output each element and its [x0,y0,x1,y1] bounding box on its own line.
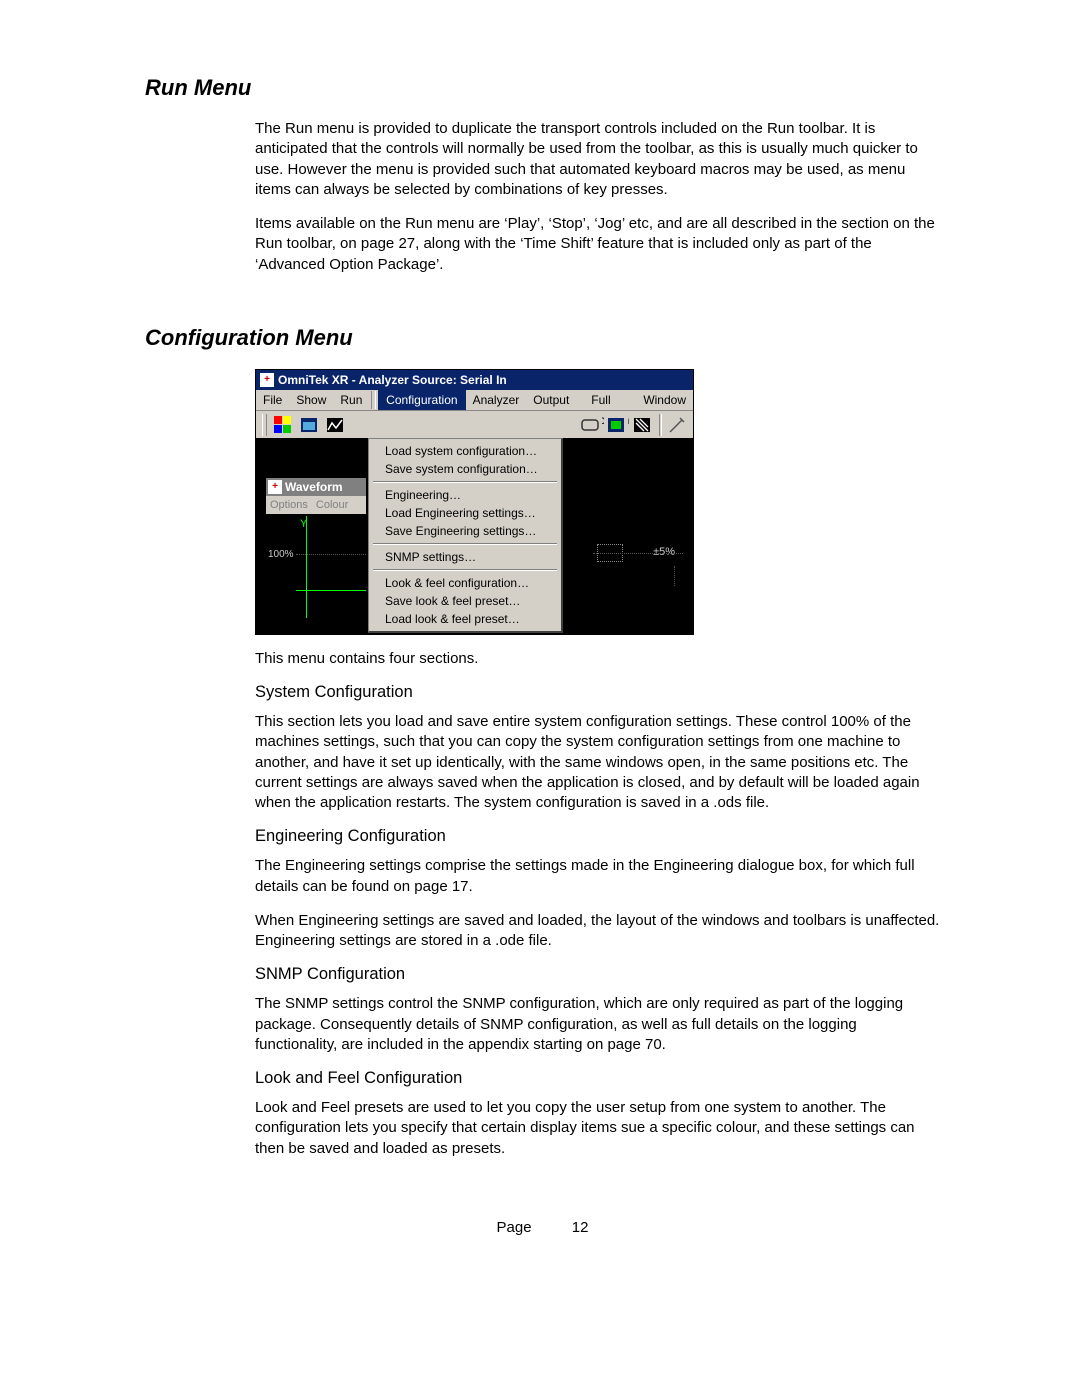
engineering-configuration-body-1: The Engineering settings comprise the se… [255,856,940,897]
engineering-configuration-body-2: When Engineering settings are saved and … [255,911,940,952]
menu-item-look-feel-config[interactable]: Look & feel configuration… [371,574,559,592]
menu-window[interactable]: Window [636,390,693,410]
scope-dotted-line [593,553,683,554]
snmp-configuration-body: The SNMP settings control the SNMP confi… [255,994,940,1055]
dropdown-separator-1 [373,481,557,483]
toolbar-grip [262,414,267,436]
waveform-title-text: Waveform [285,480,343,494]
waveform-100pct-label: 100% [268,549,294,560]
waveform-panel: + Waveform Options Colour Y 100% [266,478,366,618]
dropdown-separator-3 [373,569,557,571]
subheading-snmp-configuration: SNMP Configuration [255,965,940,984]
configuration-dropdown: Load system configuration… Save system c… [368,438,563,633]
system-configuration-body: This section lets you load and save enti… [255,712,940,813]
menu-separator [371,391,376,409]
dropdown-separator-2 [373,543,557,545]
window-title: OmniTek XR - Analyzer Source: Serial In [278,373,507,387]
menu-item-engineering[interactable]: Engineering… [371,486,559,504]
waveform-colour[interactable]: Colour [316,499,348,511]
page-footer: Page 12 [145,1219,940,1236]
menu-run[interactable]: Run [333,390,369,410]
scope-dotted-line-2 [674,566,685,586]
subheading-look-and-feel: Look and Feel Configuration [255,1069,940,1088]
toolbar-button-right-3[interactable] [630,413,654,437]
toolbar-button-3[interactable] [323,413,347,437]
toolbar-button-right-2[interactable] [604,413,628,437]
menu-bar: File Show Run Configuration Analyzer Out… [256,390,693,411]
toolbar-button-2[interactable] [297,413,321,437]
waveform-submenu: Options Colour [266,496,366,515]
look-and-feel-body: Look and Feel presets are used to let yo… [255,1098,940,1159]
waveform-icon: + [268,480,282,494]
window-titlebar: + OmniTek XR - Analyzer Source: Serial I… [256,370,693,390]
menu-item-load-system-config[interactable]: Load system configuration… [371,442,559,460]
waveform-gridline-2 [296,590,366,591]
toolbar-button-right-1[interactable] [578,413,602,437]
waveform-options[interactable]: Options [270,499,308,511]
run-menu-paragraph-2: Items available on the Run menu are ‘Pla… [255,214,940,275]
subheading-engineering-configuration: Engineering Configuration [255,827,940,846]
toolbar-separator [659,414,662,436]
waveform-body: Y 100% [266,514,366,618]
menu-item-snmp-settings[interactable]: SNMP settings… [371,548,559,566]
configuration-menu-screenshot: + OmniTek XR - Analyzer Source: Serial I… [255,369,694,635]
heading-run-menu: Run Menu [145,75,940,101]
work-area: + Waveform Options Colour Y 100% Load sy… [256,438,693,634]
menu-item-load-engineering[interactable]: Load Engineering settings… [371,504,559,522]
menu-item-save-engineering[interactable]: Save Engineering settings… [371,522,559,540]
run-menu-paragraph-1: The Run menu is provided to duplicate th… [255,119,940,200]
heading-configuration-menu: Configuration Menu [145,325,940,351]
menu-show[interactable]: Show [289,390,333,410]
menu-output[interactable]: Output [526,390,576,410]
toolbar [256,411,693,440]
menu-analyzer[interactable]: Analyzer [466,390,527,410]
scope-label-plus-minus-5: ±5% [653,546,675,558]
menu-file[interactable]: File [256,390,289,410]
menu-item-save-look-feel[interactable]: Save look & feel preset… [371,592,559,610]
waveform-vertical-axis [306,516,307,618]
subheading-system-configuration: System Configuration [255,683,940,702]
waveform-titlebar: + Waveform [266,478,366,496]
toolbar-button-right-4[interactable] [665,413,689,437]
menu-item-load-look-feel[interactable]: Load look & feel preset… [371,610,559,628]
waveform-gridline-1 [296,554,366,555]
menu-item-save-system-config[interactable]: Save system configuration… [371,460,559,478]
footer-page-label: Page [497,1219,532,1236]
menu-full-screen[interactable]: Full Screen [584,390,636,410]
app-icon: + [260,373,274,387]
footer-page-number: 12 [572,1219,589,1236]
menu-intro-text: This menu contains four sections. [255,649,940,669]
menu-configuration[interactable]: Configuration [378,390,465,410]
toolbar-button-1[interactable] [271,413,295,437]
